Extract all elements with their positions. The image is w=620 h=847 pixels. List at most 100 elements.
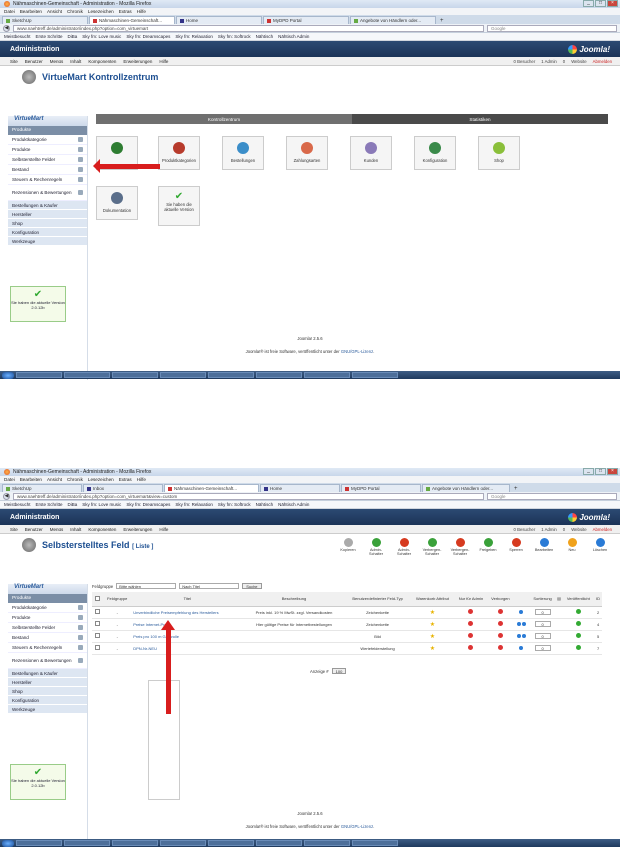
- menu-chronik[interactable]: Chronik: [67, 477, 83, 482]
- arrow-up-icon[interactable]: [519, 645, 524, 650]
- sidebar-item-produktkategorie[interactable]: Produktkategorie: [8, 603, 87, 613]
- title-filter-input[interactable]: Nach Titel: [179, 583, 240, 589]
- website-link[interactable]: Website: [571, 59, 586, 64]
- menu-bearbeiten[interactable]: Bearbeiten: [20, 9, 42, 14]
- taskbar-item[interactable]: [256, 840, 302, 846]
- cell-title-link[interactable]: DPN-Nr-NEU: [131, 642, 244, 655]
- taskbar-item[interactable]: [64, 372, 110, 378]
- jmenu-inhalt[interactable]: Inhalt: [70, 527, 81, 532]
- row-checkbox[interactable]: [95, 621, 101, 626]
- tile-kunden[interactable]: Kunden: [350, 136, 392, 170]
- column-header[interactable]: Sortierung: [529, 592, 556, 607]
- sidebar-selected-produkte[interactable]: Produkte: [8, 126, 87, 135]
- jmenu-hilfe[interactable]: Hilfe: [159, 59, 168, 64]
- bookmark-item[interactable]: Nähtisch: [256, 502, 274, 507]
- cell-title-link[interactable]: Preise Internet-Preis: [131, 618, 244, 631]
- sidebar-group-hersteller[interactable]: Hersteller: [8, 210, 87, 219]
- taskbar-item[interactable]: [16, 840, 62, 846]
- column-header[interactable]: Feldgruppe: [103, 592, 132, 607]
- sidebar-item-selbsterstellte-felder[interactable]: Selbsterstellte Felder: [8, 623, 87, 633]
- save-order-icon[interactable]: ▤: [557, 596, 561, 601]
- jmenu-erweiterungen[interactable]: Erweiterungen: [123, 59, 152, 64]
- sidebar-group-konfiguration[interactable]: Konfiguration: [8, 696, 87, 705]
- publish-button[interactable]: Freigeben: [476, 538, 500, 556]
- arrow-up-icon[interactable]: [516, 633, 521, 638]
- jmenu-benutzer[interactable]: Benutzer: [25, 527, 43, 532]
- cell-title-link[interactable]: Unverbindliche Preisempfehlung des Herst…: [131, 606, 244, 619]
- gpl-link[interactable]: GNU/GPL-Lizenz: [341, 349, 373, 354]
- logout-link[interactable]: Abmelden: [593, 59, 612, 64]
- taskbar-item[interactable]: [64, 840, 110, 846]
- jmenu-menus[interactable]: Menüs: [50, 59, 64, 64]
- browser-tab[interactable]: Inbox: [83, 484, 163, 492]
- jmenu-site[interactable]: Site: [10, 527, 18, 532]
- menu-hilfe[interactable]: Hilfe: [137, 477, 146, 482]
- menu-lesezeichen[interactable]: Lesezeichen: [88, 9, 114, 14]
- sidebar-group-bestellungen[interactable]: Bestellungen & Käufer: [8, 201, 87, 210]
- jmenu-inhalt[interactable]: Inhalt: [70, 59, 81, 64]
- sidebar-item-produkte[interactable]: Produkte: [8, 613, 87, 623]
- cell-title-link[interactable]: Preis pro 100 m Garnrolle: [131, 630, 244, 643]
- tile-produktkategorien[interactable]: Produktkategorien: [158, 136, 200, 170]
- url-bar[interactable]: www.naehtreff.de/administrator/index.php…: [13, 492, 484, 500]
- taskbar-item[interactable]: [208, 840, 254, 846]
- bookmark-item[interactable]: Erste Schritte: [36, 34, 63, 39]
- website-link[interactable]: Website: [571, 527, 586, 532]
- row-checkbox[interactable]: [95, 645, 101, 650]
- taskbar-item[interactable]: [112, 840, 158, 846]
- sidebar-group-werkzeuge[interactable]: Werkzeuge: [8, 237, 87, 246]
- tile-shop[interactable]: Shop: [478, 136, 520, 170]
- admin-toggle-off-button[interactable]: Admin-Schalter: [392, 538, 416, 556]
- sidebar-item-produkte[interactable]: Produkte: [8, 145, 87, 155]
- column-header[interactable]: Veröffentlicht: [562, 592, 595, 607]
- star-icon[interactable]: ★: [430, 610, 435, 616]
- messages-count[interactable]: 0: [563, 527, 565, 532]
- jmenu-erweiterungen[interactable]: Erweiterungen: [123, 527, 152, 532]
- column-header[interactable]: Warenkorb Attribut: [410, 592, 455, 607]
- new-tab-button[interactable]: +: [511, 486, 521, 492]
- gpl-link[interactable]: GNU/GPL-Lizenz: [341, 824, 373, 829]
- tile-bestellungen[interactable]: Bestellungen: [222, 136, 264, 170]
- select-all-checkbox[interactable]: [95, 595, 101, 601]
- sidebar-selected-produkte[interactable]: Produkte: [8, 594, 87, 603]
- order-input[interactable]: 0: [534, 633, 551, 639]
- column-header[interactable]: Titel: [131, 592, 244, 607]
- arrow-up-icon[interactable]: [516, 621, 521, 626]
- browser-tab[interactable]: SketchUp: [2, 16, 88, 24]
- maximize-button[interactable]: □: [595, 468, 606, 475]
- browser-tab[interactable]: MyDPD Portal: [341, 484, 421, 492]
- sidebar-item-bestand[interactable]: Bestand: [8, 633, 87, 643]
- taskbar-item[interactable]: [352, 372, 398, 378]
- jmenu-hilfe[interactable]: Hilfe: [159, 527, 168, 532]
- browser-tab[interactable]: Angebote von Händlern oder...: [350, 16, 436, 24]
- hide-toggle-on-button[interactable]: Verbergen-Schalter: [420, 538, 444, 556]
- bookmark-item[interactable]: Sky fm: Dreamscapes: [126, 502, 170, 507]
- bookmark-item[interactable]: Sky fm: Relaxation: [175, 34, 213, 39]
- bookmark-item[interactable]: Nähtisch Admin: [278, 502, 309, 507]
- sidebar-item-steuern[interactable]: Steuern & Rechenregeln: [8, 175, 87, 185]
- menu-ansicht[interactable]: Ansicht: [47, 477, 62, 482]
- bookmark-item[interactable]: DiBa: [68, 502, 78, 507]
- menu-chronik[interactable]: Chronik: [67, 9, 83, 14]
- back-button[interactable]: ◀: [3, 492, 10, 500]
- published-icon[interactable]: [575, 633, 581, 638]
- browser-tab[interactable]: SketchUp: [2, 484, 82, 492]
- close-button[interactable]: ×: [607, 0, 618, 7]
- jmenu-komponenten[interactable]: Komponenten: [88, 59, 116, 64]
- maximize-button[interactable]: □: [595, 0, 606, 7]
- tab-statistiken[interactable]: Statistiken: [352, 114, 608, 124]
- search-button[interactable]: Suche: [242, 583, 262, 589]
- column-header[interactable]: Verborgen: [487, 592, 514, 607]
- column-header[interactable]: ID: [594, 592, 602, 607]
- taskbar-item[interactable]: [160, 840, 206, 846]
- row-checkbox[interactable]: [95, 633, 101, 638]
- jmenu-komponenten[interactable]: Komponenten: [88, 527, 116, 532]
- column-header[interactable]: Benutzerdefinierter Feld-Typ: [344, 592, 411, 607]
- start-button[interactable]: [2, 371, 14, 379]
- url-bar[interactable]: www.naehtreff.de/administrator/index.php…: [13, 24, 484, 32]
- disabled-icon[interactable]: [497, 633, 503, 638]
- tile-dokumentation[interactable]: Dokumentation: [96, 186, 138, 220]
- delete-button[interactable]: Löschen: [588, 538, 612, 556]
- arrow-down-icon[interactable]: [522, 633, 527, 638]
- taskbar-item[interactable]: [304, 840, 350, 846]
